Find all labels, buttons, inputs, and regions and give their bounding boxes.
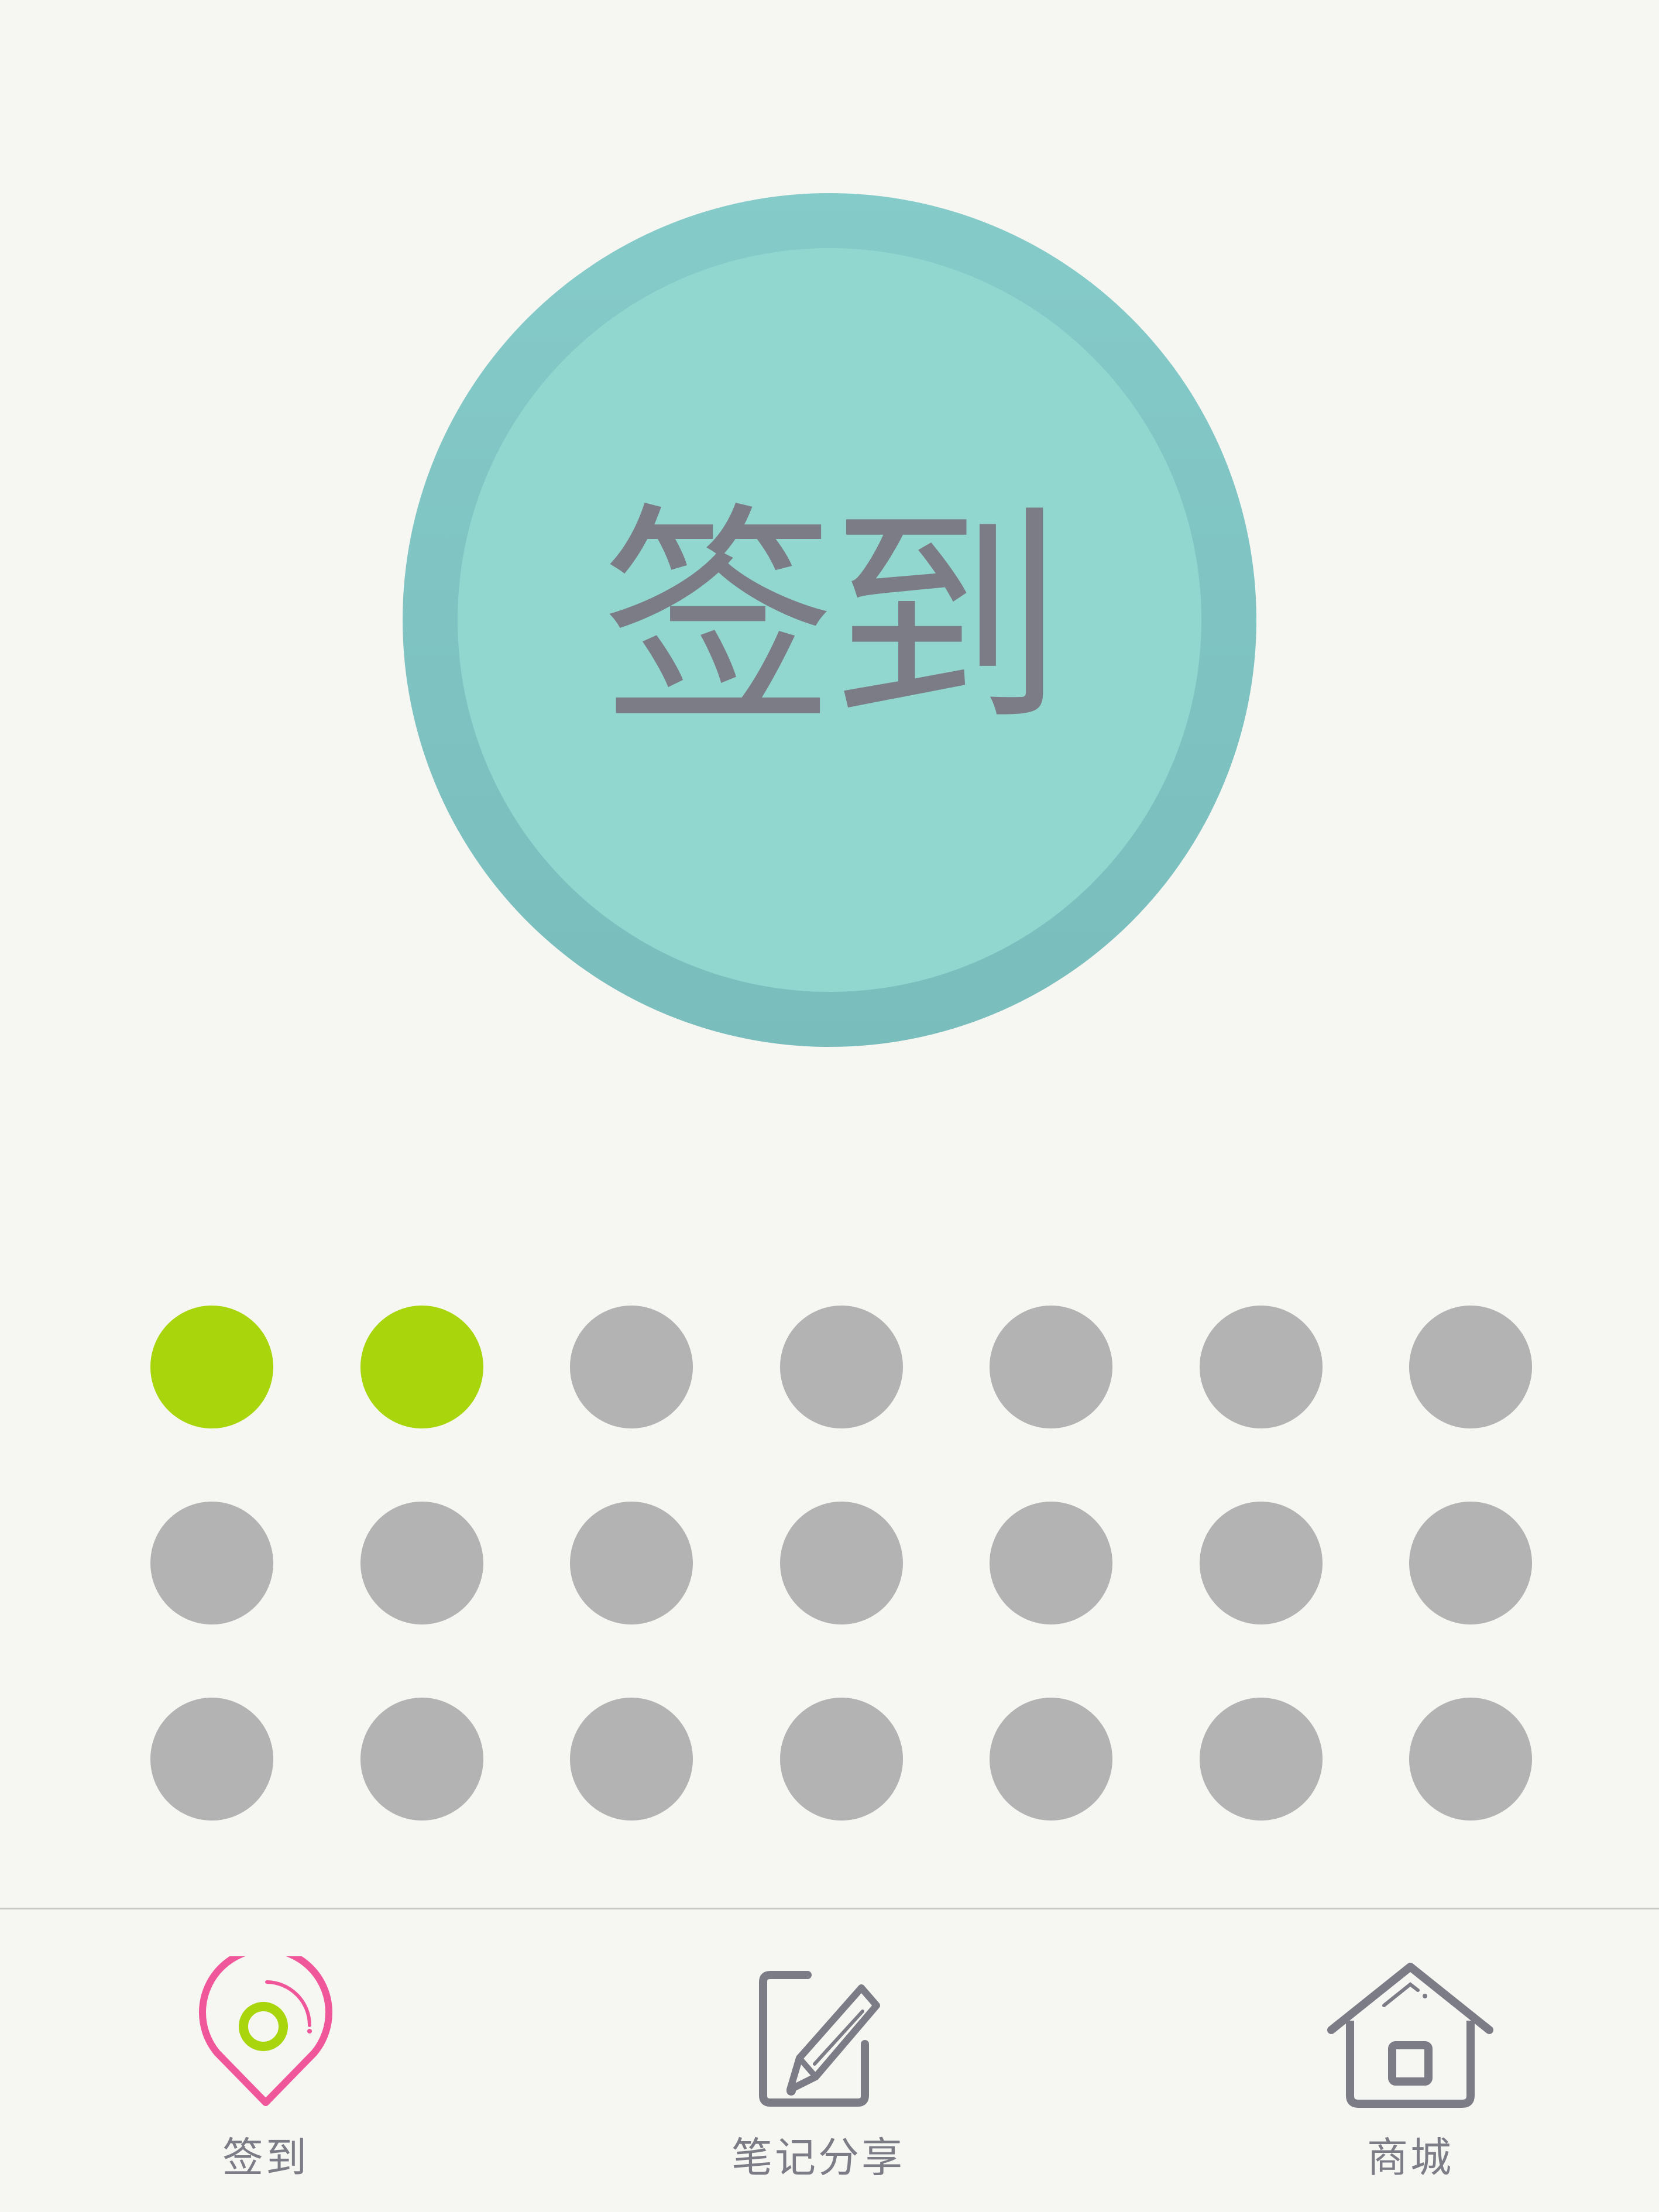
day-dot-unchecked [779,1698,903,1821]
tab-shop[interactable]: 商城 [1264,1909,1557,2212]
day-dot-unchecked [990,1698,1112,1821]
checkin-page: 签到 签到 笔记分享 商城 [0,0,1659,2212]
day-dot-unchecked [1199,1698,1323,1821]
checkin-button[interactable]: 签到 [403,193,1256,1047]
day-dot-unchecked [990,1306,1112,1428]
day-dot-unchecked [1409,1698,1532,1821]
day-dot-unchecked [1199,1502,1323,1624]
checkin-button-label: 签到 [601,483,1064,756]
day-dot-unchecked [360,1698,483,1821]
day-dot-unchecked [150,1698,273,1821]
tab-shop-label: 商城 [1367,2134,1454,2182]
note-edit-icon [759,1971,880,2107]
checkin-button-inner: 签到 [458,248,1201,992]
day-dot-unchecked [1409,1502,1532,1624]
location-pin-icon [199,1956,332,2106]
day-dot-unchecked [779,1306,903,1428]
tab-checkin[interactable]: 签到 [119,1909,412,2212]
tab-notes-label: 笔记分享 [731,2134,905,2182]
tab-checkin-label: 签到 [222,2134,309,2182]
day-dot-unchecked [570,1306,693,1428]
day-dot-unchecked [360,1502,483,1624]
day-dot-unchecked [1199,1306,1323,1428]
day-dot-unchecked [570,1502,693,1624]
tab-notes[interactable]: 笔记分享 [672,1909,964,2212]
day-dot-checked [150,1306,273,1428]
day-dot-checked [360,1306,483,1428]
home-icon [1327,1963,1493,2108]
day-dot-unchecked [150,1502,273,1624]
day-dot-unchecked [779,1502,903,1624]
tab-bar: 签到 笔记分享 商城 [0,1908,1659,2212]
day-dot-unchecked [570,1698,693,1821]
day-dot-unchecked [990,1502,1112,1624]
day-dot-unchecked [1409,1306,1532,1428]
